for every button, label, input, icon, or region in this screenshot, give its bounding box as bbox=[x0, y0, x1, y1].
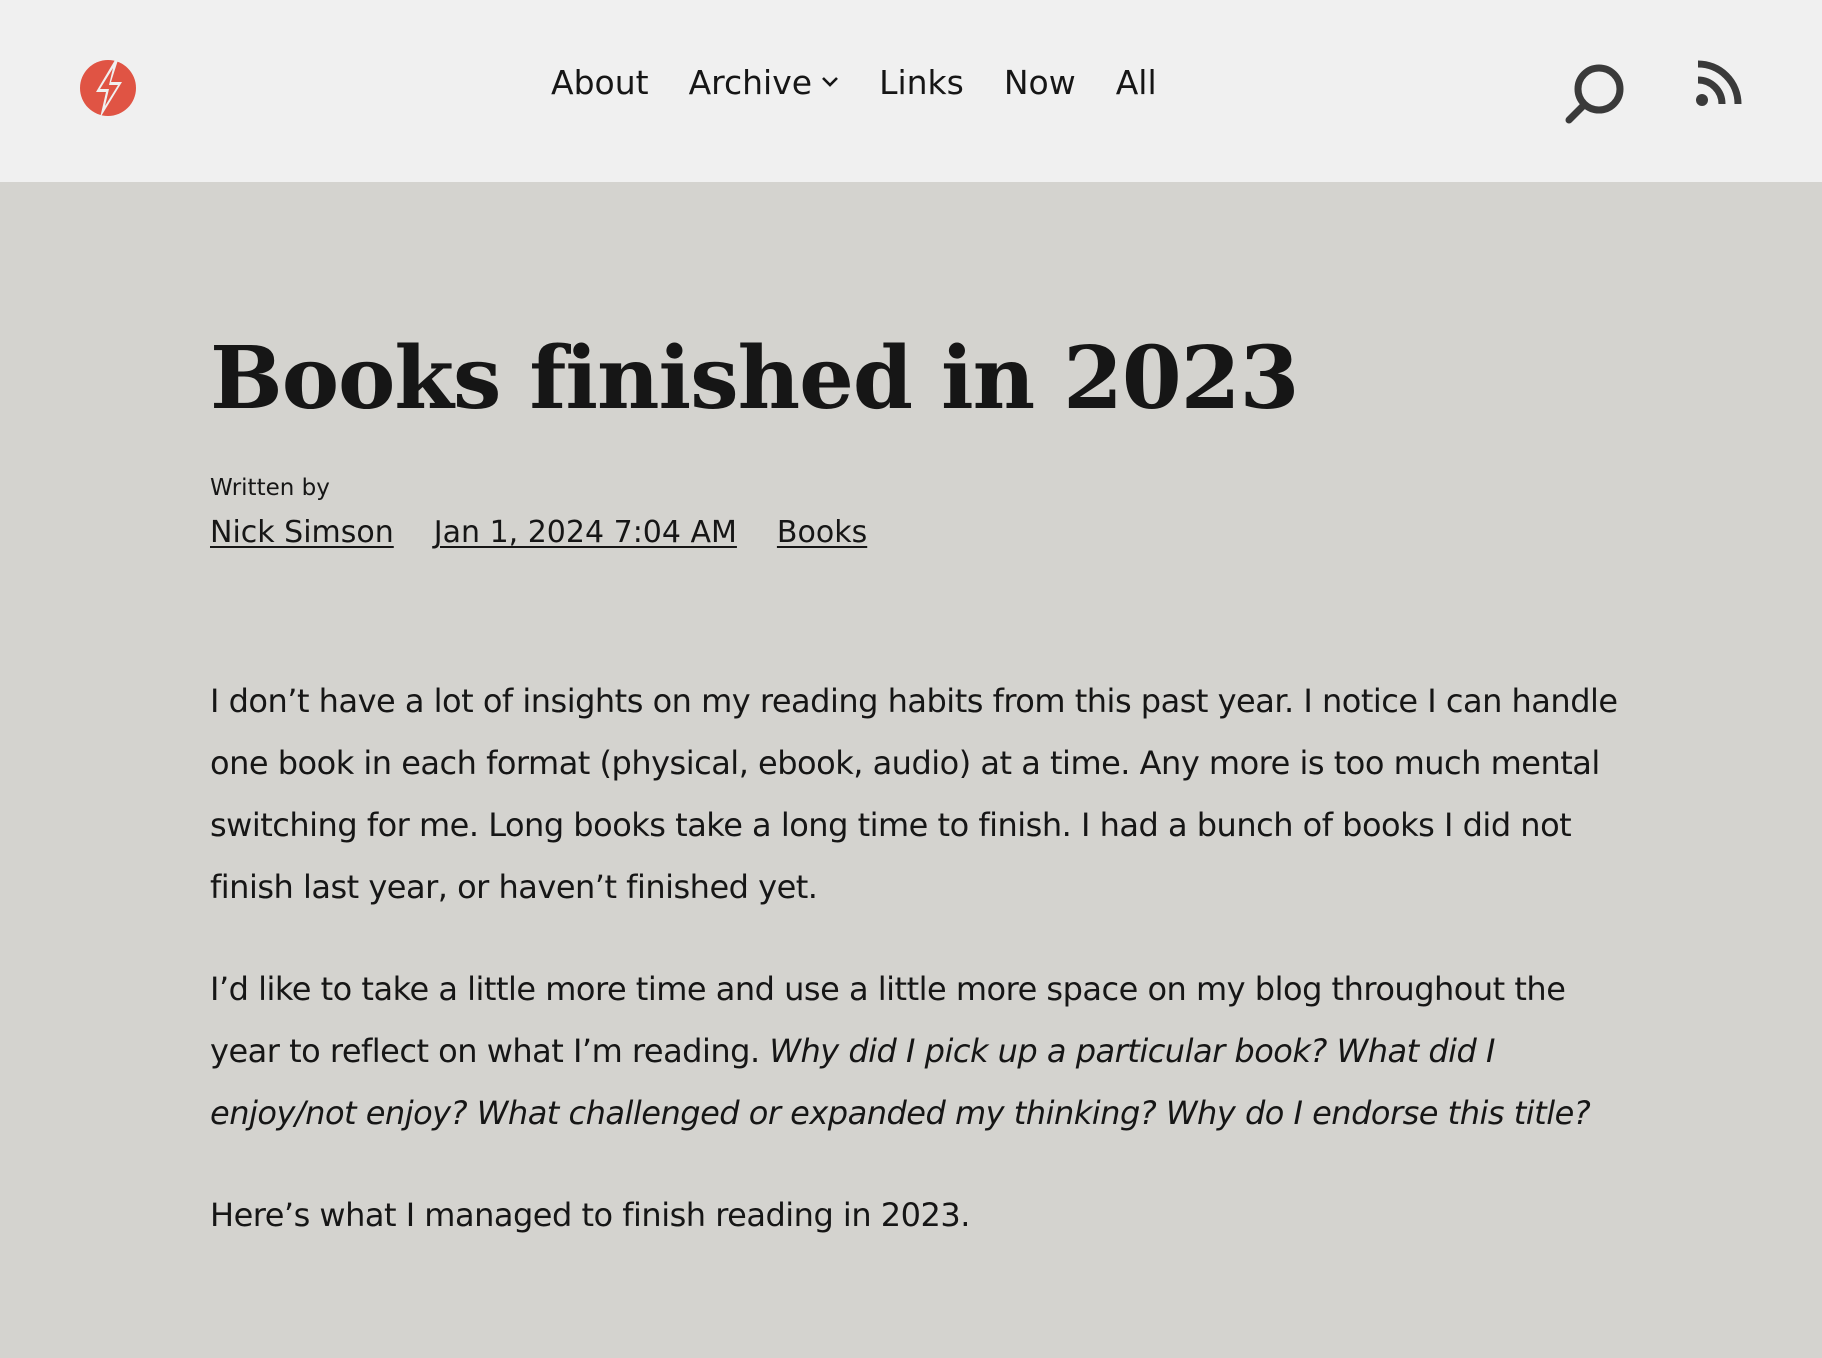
search-icon[interactable] bbox=[1564, 62, 1626, 124]
author-link[interactable]: Nick Simson bbox=[210, 515, 394, 550]
post-title: Books finished in 2023 bbox=[210, 328, 1299, 429]
post-date-link[interactable]: Jan 1, 2024 7:04 AM bbox=[434, 515, 737, 550]
nav-archive-dropdown[interactable]: Archive bbox=[689, 63, 839, 102]
post-meta: Nick Simson Jan 1, 2024 7:04 AM Books bbox=[210, 515, 1620, 550]
nav-now[interactable]: Now bbox=[1004, 63, 1076, 102]
paragraph-1: I don’t have a lot of insights on my rea… bbox=[210, 681, 1618, 906]
category-link[interactable]: Books bbox=[777, 515, 867, 550]
bolt-logo-icon[interactable] bbox=[80, 54, 136, 124]
written-by-label: Written by bbox=[210, 474, 330, 501]
nav-now-label: Now bbox=[1003, 62, 1076, 102]
paragraph-2: I’d like to take a little more time and … bbox=[210, 958, 1620, 1144]
nav-links-label: Links bbox=[879, 62, 964, 102]
main-nav: About Archive Links Now All bbox=[551, 58, 1157, 106]
rss-icon[interactable] bbox=[1694, 60, 1742, 108]
nav-archive-label: Archive bbox=[688, 62, 813, 102]
paragraph-3: Here’s what I managed to finish reading … bbox=[210, 1195, 970, 1234]
nav-all-label: All bbox=[1115, 62, 1157, 102]
nav-links[interactable]: Links bbox=[879, 63, 964, 102]
article: Books finished in 2023 Written by Nick S… bbox=[210, 328, 1620, 1286]
post-content: I don’t have a lot of insights on my rea… bbox=[210, 670, 1620, 1246]
site-header: About Archive Links Now All bbox=[0, 0, 1822, 182]
nav-all[interactable]: All bbox=[1116, 63, 1157, 102]
chevron-down-icon bbox=[822, 77, 838, 87]
nav-about[interactable]: About bbox=[551, 63, 649, 102]
nav-about-label: About bbox=[551, 62, 649, 102]
